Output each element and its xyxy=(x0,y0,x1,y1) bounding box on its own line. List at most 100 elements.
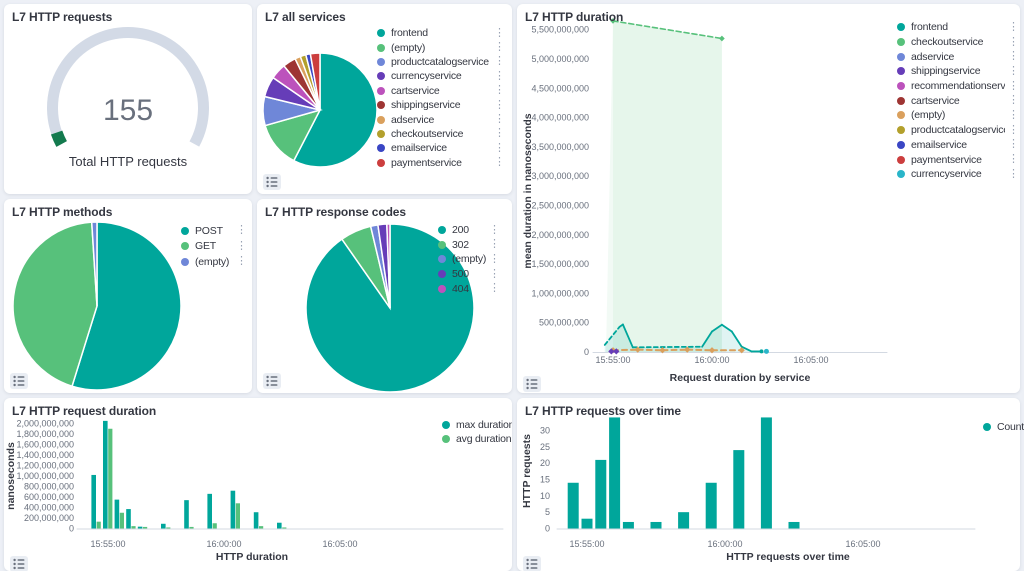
legend-label[interactable]: cartservice xyxy=(391,85,491,97)
legend-actions-icon[interactable]: ⋮ xyxy=(1008,66,1019,77)
bars[interactable] xyxy=(91,421,286,529)
legend-actions-icon[interactable]: ⋮ xyxy=(1008,95,1019,106)
panel-title[interactable]: L7 HTTP requests xyxy=(12,10,112,24)
legend-item[interactable]: avg duration xyxy=(442,432,512,446)
legend-label[interactable]: recommendationservice xyxy=(911,80,1005,92)
legend-label[interactable]: 404 xyxy=(452,283,486,295)
pie[interactable] xyxy=(13,222,181,390)
legend-item[interactable]: adservice⋮ xyxy=(897,49,1019,64)
legend-label[interactable]: checkoutservice xyxy=(391,128,491,140)
legend-label[interactable]: Count xyxy=(997,421,1024,433)
legend-toggle-button[interactable] xyxy=(263,373,281,389)
bar[interactable] xyxy=(131,526,135,528)
bar[interactable] xyxy=(761,417,772,528)
legend-actions-icon[interactable]: ⋮ xyxy=(489,254,500,265)
bar[interactable] xyxy=(236,503,240,528)
legend-toggle-button[interactable] xyxy=(523,376,541,392)
legend-item[interactable]: checkoutservice⋮ xyxy=(377,127,505,141)
bar[interactable] xyxy=(254,512,259,528)
legend-actions-icon[interactable]: ⋮ xyxy=(1008,22,1019,33)
legend-actions-icon[interactable]: ⋮ xyxy=(1008,154,1019,165)
legend-label[interactable]: emailservice xyxy=(391,142,491,154)
legend-actions-icon[interactable]: ⋮ xyxy=(494,100,505,111)
legend-item[interactable]: shippingservice⋮ xyxy=(377,98,505,112)
legend-item[interactable]: 200⋮ xyxy=(438,223,500,238)
bars[interactable] xyxy=(568,417,800,528)
series[interactable] xyxy=(605,18,769,354)
legend-item[interactable]: 500⋮ xyxy=(438,267,500,282)
legend-label[interactable]: 302 xyxy=(452,239,486,251)
legend-label[interactable]: productcatalogservice xyxy=(391,56,491,68)
legend-actions-icon[interactable]: ⋮ xyxy=(1008,169,1019,180)
legend-item[interactable]: shippingservice⋮ xyxy=(897,64,1019,79)
bar[interactable] xyxy=(259,526,263,528)
legend-item[interactable]: (empty)⋮ xyxy=(181,254,247,270)
bar[interactable] xyxy=(115,500,120,529)
bar[interactable] xyxy=(166,527,170,528)
legend-label[interactable]: frontend xyxy=(911,21,1005,33)
legend-item[interactable]: adservice⋮ xyxy=(377,112,505,126)
legend-toggle-button[interactable] xyxy=(10,373,28,389)
legend-label[interactable]: GET xyxy=(195,240,233,252)
legend-label[interactable]: paymentservice xyxy=(911,154,1005,166)
legend-label[interactable]: emailservice xyxy=(911,139,1005,151)
legend-label[interactable]: 500 xyxy=(452,268,486,280)
legend-item[interactable]: 302⋮ xyxy=(438,238,500,253)
legend-label[interactable]: checkoutservice xyxy=(911,36,1005,48)
bar[interactable] xyxy=(143,527,147,529)
panel-title[interactable]: L7 all services xyxy=(265,10,346,24)
legend-label[interactable]: POST xyxy=(195,225,233,237)
legend-item[interactable]: cartservice⋮ xyxy=(377,84,505,98)
legend-actions-icon[interactable]: ⋮ xyxy=(494,128,505,139)
legend-label[interactable]: cartservice xyxy=(911,95,1005,107)
legend-actions-icon[interactable]: ⋮ xyxy=(489,269,500,280)
panel-title[interactable]: L7 HTTP duration xyxy=(525,10,623,24)
legend-toggle-button[interactable] xyxy=(523,556,541,571)
legend-toggle-button[interactable] xyxy=(10,556,28,571)
legend-label[interactable]: shippingservice xyxy=(911,65,1005,77)
bar[interactable] xyxy=(161,524,166,529)
legend-label[interactable]: shippingservice xyxy=(391,99,491,111)
legend-actions-icon[interactable]: ⋮ xyxy=(489,225,500,236)
legend-actions-icon[interactable]: ⋮ xyxy=(494,42,505,53)
legend-label[interactable]: paymentservice xyxy=(391,157,491,169)
legend-item[interactable]: paymentservice⋮ xyxy=(377,156,505,170)
legend-label[interactable]: adservice xyxy=(911,51,1005,63)
bar[interactable] xyxy=(103,421,108,529)
bar[interactable] xyxy=(231,491,236,529)
legend-item[interactable]: Count xyxy=(983,420,1024,434)
bar-chart[interactable]: 05101520253015:55:0016:00:0016:05:00HTTP… xyxy=(517,398,1020,571)
legend-label[interactable]: (empty) xyxy=(452,253,486,265)
legend-actions-icon[interactable]: ⋮ xyxy=(1008,139,1019,150)
bar[interactable] xyxy=(609,417,620,528)
legend-label[interactable]: (empty) xyxy=(195,256,233,268)
bar[interactable] xyxy=(678,512,689,528)
legend-item[interactable]: (empty)⋮ xyxy=(897,108,1019,123)
bar[interactable] xyxy=(706,483,717,529)
legend-item[interactable]: cartservice⋮ xyxy=(897,93,1019,108)
legend-item[interactable]: productcatalogservice⋮ xyxy=(377,55,505,69)
bar[interactable] xyxy=(189,527,193,529)
bar[interactable] xyxy=(582,519,593,529)
legend-actions-icon[interactable]: ⋮ xyxy=(1008,37,1019,48)
legend-item[interactable]: currencyservice⋮ xyxy=(897,167,1019,182)
bar[interactable] xyxy=(108,429,112,529)
legend-actions-icon[interactable]: ⋮ xyxy=(489,283,500,294)
legend-item[interactable]: emailservice⋮ xyxy=(377,141,505,155)
legend-actions-icon[interactable]: ⋮ xyxy=(489,239,500,250)
bar[interactable] xyxy=(789,522,800,529)
bar[interactable] xyxy=(623,522,634,529)
bar[interactable] xyxy=(207,494,212,529)
legend-actions-icon[interactable]: ⋮ xyxy=(236,225,247,236)
legend-actions-icon[interactable]: ⋮ xyxy=(1008,110,1019,121)
legend-label[interactable]: (empty) xyxy=(911,109,1005,121)
legend-item[interactable]: frontend⋮ xyxy=(897,20,1019,35)
legend-item[interactable]: GET⋮ xyxy=(181,239,247,255)
legend-item[interactable]: (empty)⋮ xyxy=(377,40,505,54)
bar[interactable] xyxy=(120,513,124,529)
legend-label[interactable]: 200 xyxy=(452,224,486,236)
legend-label[interactable]: frontend xyxy=(391,27,491,39)
legend-label[interactable]: currencyservice xyxy=(391,70,491,82)
legend-label[interactable]: max duration xyxy=(456,419,512,431)
bar[interactable] xyxy=(97,522,101,529)
